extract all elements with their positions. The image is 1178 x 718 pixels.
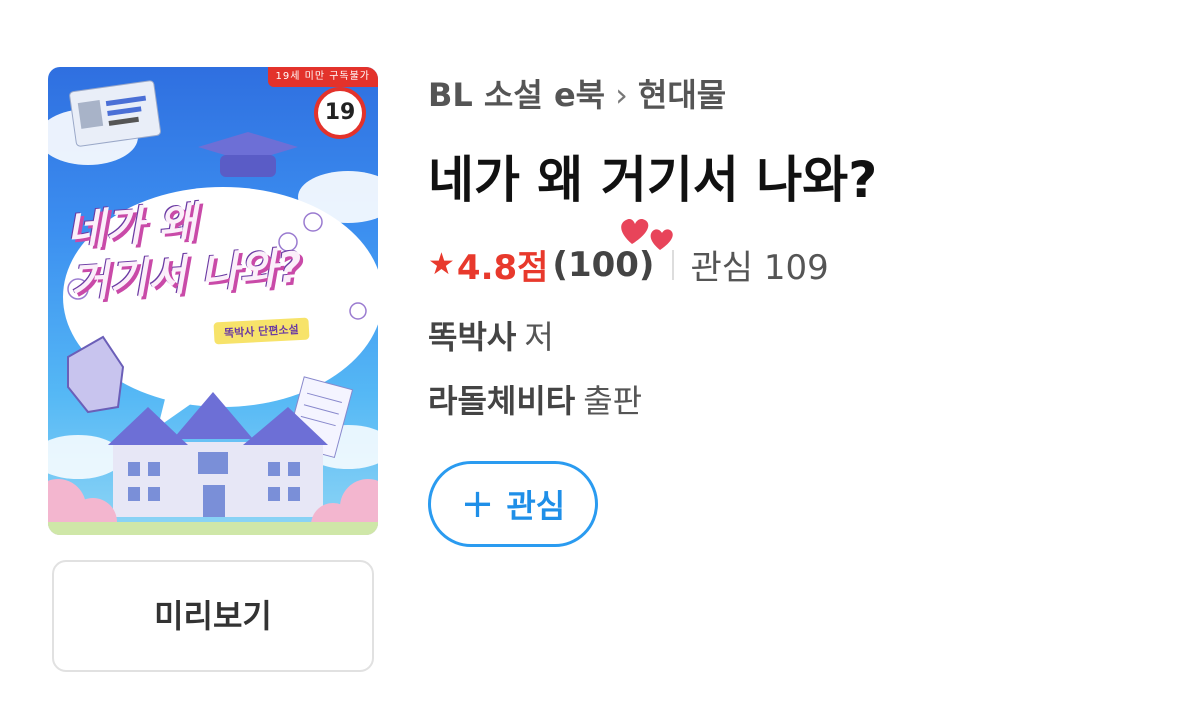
author-name[interactable]: 똑박사 bbox=[428, 318, 516, 356]
cover-title: 네가 왜 거기서 나와? bbox=[65, 185, 372, 310]
star-icon: ★ bbox=[428, 247, 455, 282]
age-restriction-banner: 19세 미만 구독불가 bbox=[267, 67, 378, 87]
breadcrumb-category[interactable]: BL 소설 e북 bbox=[428, 76, 605, 114]
divider bbox=[672, 249, 675, 280]
review-count[interactable]: (100) bbox=[552, 245, 654, 285]
chevron-right-icon: › bbox=[615, 76, 628, 114]
breadcrumb: BL 소설 e북 › 현대물 bbox=[428, 70, 726, 116]
publisher-line: 라돌체비타 출판 bbox=[428, 376, 642, 422]
plus-icon: + bbox=[460, 481, 495, 527]
rating-score: 4.8점 bbox=[456, 248, 549, 288]
interest-count: 관심 109 bbox=[690, 248, 829, 288]
book-title: 네가 왜 거기서 나와? bbox=[428, 151, 878, 209]
preview-button[interactable]: 미리보기 bbox=[52, 560, 374, 672]
publisher-role: 출판 bbox=[583, 382, 643, 420]
book-cover[interactable]: 19세 미만 구독불가 19 네가 왜 거기서 나와? 똑박사 단편소설 bbox=[48, 67, 378, 535]
add-interest-button[interactable]: + 관심 bbox=[428, 461, 598, 547]
add-interest-label: 관심 bbox=[506, 487, 566, 525]
rating-row: ★ 4.8점 (100) 관심 109 bbox=[428, 240, 829, 289]
author-line: 똑박사 저 bbox=[428, 312, 554, 358]
author-role: 저 bbox=[524, 318, 554, 356]
breadcrumb-subcategory[interactable]: 현대물 bbox=[638, 76, 726, 114]
age-19-badge: 19 bbox=[314, 87, 366, 139]
publisher-name[interactable]: 라돌체비타 bbox=[428, 382, 575, 420]
